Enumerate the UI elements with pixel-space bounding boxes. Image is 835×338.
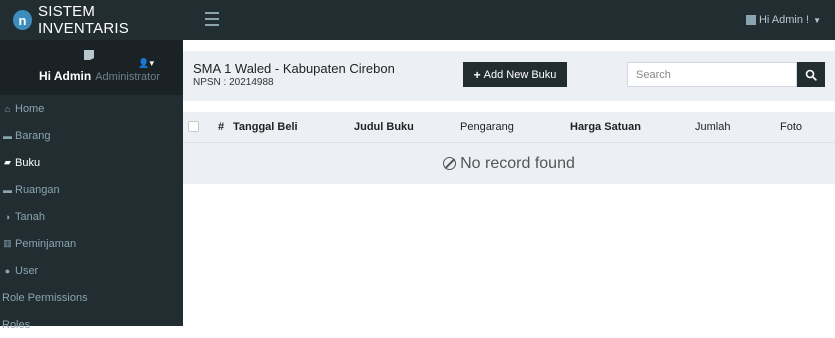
- npsn-label: NPSN : 20214988: [193, 77, 274, 88]
- sidebar-item-barang[interactable]: ▬ Barang: [0, 122, 183, 149]
- sidebar-item-user[interactable]: ● User: [0, 257, 183, 284]
- top-user-label: Hi Admin !: [758, 14, 810, 26]
- app-title: SISTEM INVENTARIS: [38, 3, 129, 37]
- app-brand[interactable]: n SISTEM INVENTARIS: [0, 0, 183, 40]
- sidebar-item-label: Tanah: [15, 210, 45, 223]
- ban-icon: [443, 157, 457, 170]
- car-icon: ▬: [3, 130, 12, 141]
- adjust-icon: ◑: [4, 211, 11, 222]
- column-header-jumlah[interactable]: Jumlah: [695, 121, 730, 133]
- sidebar-item-roles[interactable]: Roles: [0, 311, 183, 338]
- sidebar-item-label: Peminjaman: [15, 237, 77, 250]
- sidebar-menu: ⌂ Home ▬ Barang ▰ Buku ▬ Ruangan ◑ Tanah ▥ Pem…: [0, 95, 183, 338]
- user-image-icon: [745, 15, 756, 25]
- add-new-buku-button[interactable]: + Add New Buku: [463, 62, 567, 87]
- user-panel: Hi Admin Administrator 👤▾: [0, 40, 183, 95]
- sidebar-item-label: Barang: [15, 129, 51, 142]
- bed-icon: ▬: [3, 184, 12, 195]
- column-header-number[interactable]: #: [218, 121, 224, 133]
- column-header-judul-buku[interactable]: Judul Buku: [354, 121, 414, 133]
- home-icon: ⌂: [4, 103, 11, 114]
- sidebar-item-label: Role Permissions: [2, 291, 88, 304]
- sidebar-item-label: Buku: [15, 156, 41, 169]
- user-name-text: Hi Admin: [39, 69, 92, 83]
- bank-icon: ▥: [3, 238, 12, 248]
- select-all-checkbox[interactable]: [188, 121, 199, 132]
- sidebar-item-peminjaman[interactable]: ▥ Peminjaman: [0, 230, 183, 257]
- empty-state: No record found: [183, 142, 835, 184]
- caret-down-icon: ▼: [813, 15, 821, 25]
- content-header: SMA 1 Waled - Kabupaten Cirebon NPSN : 2…: [183, 51, 835, 101]
- sidebar-item-label: User: [15, 264, 39, 277]
- book-icon: ▰: [4, 157, 11, 167]
- data-table: # Tanggal Beli Judul Buku Pengarang Harg…: [183, 112, 835, 184]
- user-dropdown-icon[interactable]: 👤▾: [138, 58, 154, 69]
- column-header-pengarang[interactable]: Pengarang: [460, 121, 514, 133]
- column-header-harga-satuan[interactable]: Harga Satuan: [570, 121, 641, 133]
- search-icon: [805, 69, 817, 81]
- sidebar-item-role-permissions[interactable]: Role Permissions: [0, 284, 183, 311]
- sidebar-item-label: Ruangan: [15, 183, 60, 196]
- search-input[interactable]: [627, 62, 797, 87]
- top-navbar: n SISTEM INVENTARIS Hi Admin ! ▼: [0, 0, 835, 40]
- sidebar: Hi Admin Administrator 👤▾ ⌂ Home ▬ Barang ▰…: [0, 40, 183, 331]
- empty-state-text: No record found: [460, 154, 575, 172]
- column-header-tanggal-beli[interactable]: Tanggal Beli: [233, 121, 298, 133]
- table-header: # Tanggal Beli Judul Buku Pengarang Harg…: [183, 112, 835, 142]
- search-button[interactable]: [797, 62, 825, 87]
- user-icon: ●: [4, 265, 11, 276]
- sidebar-toggle-icon[interactable]: [205, 12, 219, 26]
- sidebar-item-ruangan[interactable]: ▬ Ruangan: [0, 176, 183, 203]
- user-role: Administrator: [95, 71, 161, 83]
- user-name: Hi Admin Administrator: [39, 69, 160, 83]
- plus-icon: +: [473, 67, 481, 82]
- sidebar-item-label: Home: [15, 102, 45, 115]
- school-name: SMA 1 Waled - Kabupaten Cirebon: [193, 61, 395, 76]
- app-logo-icon: n: [13, 10, 33, 30]
- sidebar-item-home[interactable]: ⌂ Home: [0, 95, 183, 122]
- sidebar-item-tanah[interactable]: ◑ Tanah: [0, 203, 183, 230]
- add-button-label: Add New Buku: [483, 68, 557, 81]
- sidebar-item-buku[interactable]: ▰ Buku: [0, 149, 183, 176]
- column-header-foto[interactable]: Foto: [780, 121, 802, 133]
- sidebar-item-label: Roles: [2, 318, 31, 331]
- top-user-menu[interactable]: Hi Admin ! ▼: [745, 0, 821, 40]
- avatar: [84, 50, 94, 60]
